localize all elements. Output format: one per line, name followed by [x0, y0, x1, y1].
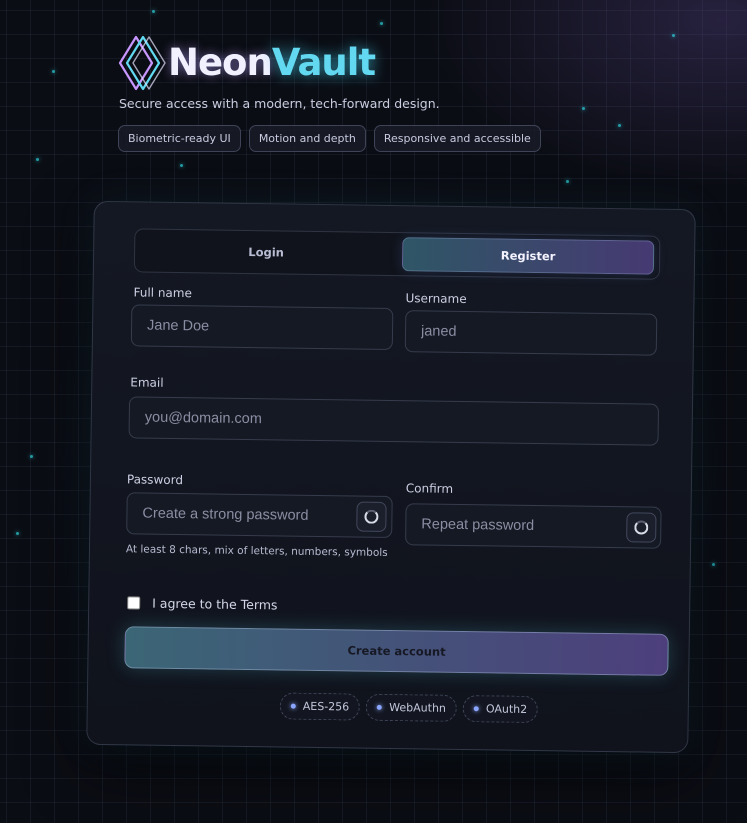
- email-label: Email: [130, 375, 164, 390]
- brand-name: NeonVault: [168, 41, 376, 84]
- username-label: Username: [405, 291, 467, 307]
- security-badge: WebAuthn: [366, 693, 458, 722]
- password-label: Password: [126, 472, 184, 488]
- confirm-label: Confirm: [405, 481, 454, 496]
- security-badge: OAuth2: [462, 695, 539, 724]
- feature-chip: Responsive and accessible: [373, 125, 541, 152]
- feature-chip: Motion and depth: [248, 125, 366, 152]
- confirm-visibility-toggle[interactable]: [626, 512, 657, 543]
- username-input[interactable]: [404, 310, 658, 356]
- status-dot-icon: [290, 703, 296, 709]
- status-dot-icon: [377, 704, 383, 710]
- auth-card: Login Register Full name Username Email …: [86, 200, 696, 754]
- security-badge: AES-256: [279, 692, 361, 721]
- password-visibility-toggle[interactable]: [356, 501, 387, 532]
- email-input[interactable]: [128, 396, 660, 446]
- create-account-button[interactable]: Create account: [124, 626, 669, 676]
- terms-label: I agree to the Terms: [152, 595, 278, 613]
- logo: NeonVault: [116, 34, 541, 92]
- terms-checkbox[interactable]: [127, 596, 141, 610]
- password-hint: At least 8 chars, mix of letters, number…: [125, 543, 388, 559]
- full-name-input[interactable]: [130, 304, 394, 351]
- feature-chips: Biometric-ready UI Motion and depth Resp…: [118, 125, 541, 152]
- brand-tagline: Secure access with a modern, tech-forwar…: [119, 96, 440, 111]
- password-input[interactable]: [126, 492, 393, 539]
- terms-agreement: I agree to the Terms: [127, 595, 278, 613]
- auth-tabs: Login Register: [133, 228, 661, 280]
- full-name-label: Full name: [133, 285, 193, 301]
- feature-chip: Biometric-ready UI: [118, 125, 241, 152]
- eye-toggle-icon: [634, 520, 649, 535]
- confirm-password-input[interactable]: [405, 503, 662, 549]
- neon-diamond-logo-icon: [118, 35, 166, 91]
- eye-toggle-icon: [364, 509, 379, 524]
- tab-login[interactable]: Login: [140, 233, 392, 271]
- security-badges: AES-256 WebAuthn OAuth2: [279, 692, 539, 724]
- tab-register[interactable]: Register: [401, 237, 655, 275]
- brand-header: NeonVault Secure access with a modern, t…: [116, 34, 541, 152]
- status-dot-icon: [473, 706, 479, 712]
